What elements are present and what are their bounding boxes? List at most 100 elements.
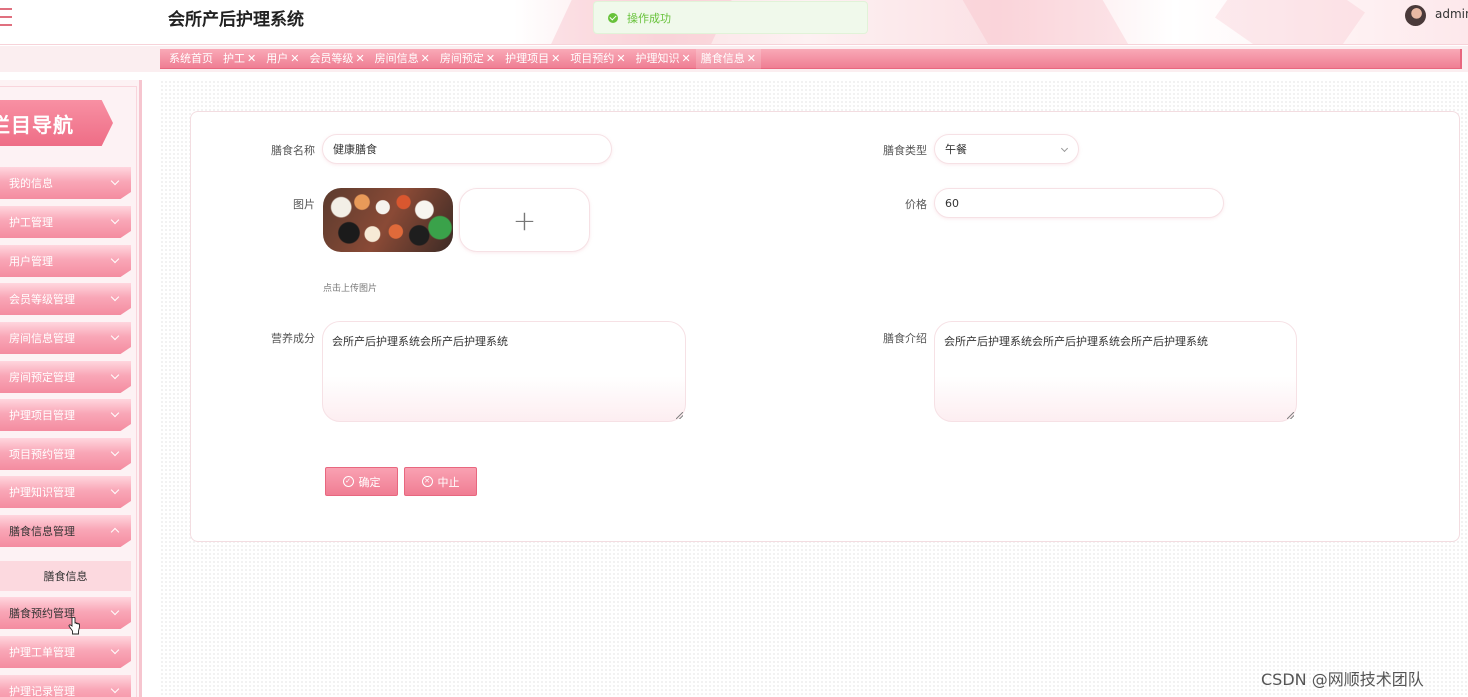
hand-cursor-icon: [68, 617, 80, 635]
close-icon[interactable]: ✕: [290, 49, 299, 69]
tab-label: 护理知识: [635, 51, 680, 65]
meal-type-value: 午餐: [945, 143, 967, 156]
tab-9[interactable]: 膳食信息 ✕: [695, 48, 761, 69]
tab-4[interactable]: 房间信息 ✕: [370, 49, 435, 69]
meal-name-label: 膳食名称: [271, 144, 315, 157]
chevron-down-icon: [110, 645, 120, 655]
close-icon[interactable]: ✕: [616, 49, 625, 69]
close-icon[interactable]: ✕: [421, 49, 430, 69]
tab-2[interactable]: 用户 ✕: [261, 49, 304, 69]
sidebar-item-2[interactable]: 用户管理: [0, 245, 131, 277]
upload-hint: 点击上传图片: [323, 284, 378, 294]
resize-handle-icon[interactable]: [676, 412, 683, 419]
sidebar-item-4[interactable]: 房间信息管理: [0, 322, 131, 354]
sidebar-item-6[interactable]: 护理项目管理: [0, 399, 131, 431]
tab-label: 房间信息: [374, 51, 419, 65]
sidebar-item-1[interactable]: 护工管理: [0, 206, 131, 238]
sidebar-item-10[interactable]: 膳食预约管理: [0, 597, 131, 629]
sidebar-item-label: 护理项目管理: [9, 409, 75, 422]
sidebar-subitem-meal-info[interactable]: 膳食信息: [0, 561, 131, 591]
sidebar-item-8[interactable]: 护理知识管理: [0, 476, 131, 508]
nutrition-textarea[interactable]: 会所产后护理系统会所产后护理系统: [322, 321, 686, 422]
chevron-down-icon: [110, 331, 120, 341]
sidebar-item-label: 用户管理: [9, 255, 53, 268]
price-label: 价格: [905, 198, 927, 211]
close-icon[interactable]: ✕: [486, 49, 495, 69]
chevron-down-icon: [110, 254, 120, 264]
close-icon[interactable]: ✕: [355, 49, 364, 69]
success-toast: 操作成功: [593, 1, 868, 34]
tabs-bar: 系统首页 护工 ✕ 用户 ✕ 会员等级 ✕ 房间信息 ✕ 房间预定 ✕ 护理项目 ✕ 项目预约 ✕ 护理知识 ✕…: [160, 48, 1462, 69]
tab-label: 项目预约: [570, 51, 615, 65]
username[interactable]: admin: [1435, 7, 1468, 21]
sidebar-item-9[interactable]: 膳食信息管理: [0, 515, 131, 547]
menu-toggle-icon[interactable]: [0, 8, 12, 26]
tab-label: 用户: [266, 51, 289, 65]
meal-type-select[interactable]: 午餐: [934, 134, 1079, 164]
sidebar-item-label: 会员等级管理: [9, 293, 75, 306]
sidebar-item-label: 房间预定管理: [9, 371, 75, 384]
cancel-button[interactable]: ✕ 中止: [404, 467, 477, 496]
intro-textarea[interactable]: 会所产后护理系统会所产后护理系统会所产后护理系统: [934, 321, 1297, 422]
sidebar-item-label: 护理工单管理: [9, 646, 75, 659]
tab-label: 房间预定: [439, 51, 484, 65]
sidebar-item-label: 膳食预约管理: [9, 607, 75, 620]
sidebar-item-label: 房间信息管理: [9, 332, 75, 345]
tab-label: 系统首页: [169, 51, 213, 65]
chevron-down-icon: [110, 370, 120, 380]
tab-8[interactable]: 护理知识 ✕: [631, 49, 696, 69]
image-label: 图片: [293, 198, 315, 211]
tab-3[interactable]: 会员等级 ✕: [304, 49, 369, 69]
price-input[interactable]: 60: [934, 188, 1224, 218]
tab-label: 膳食信息: [700, 51, 745, 65]
avatar[interactable]: [1405, 5, 1426, 26]
sidebar-item-12[interactable]: 护理记录管理: [0, 675, 131, 697]
check-circle-icon: ✓: [342, 476, 354, 487]
chevron-down-icon: [1060, 144, 1069, 153]
sidebar-item-5[interactable]: 房间预定管理: [0, 361, 131, 393]
toast-message: 操作成功: [627, 11, 671, 25]
upload-image-button[interactable]: +: [459, 188, 590, 252]
sidebar-item-label: 护工管理: [9, 216, 53, 229]
chevron-up-icon: [110, 527, 120, 537]
app-title: 会所产后护理系统: [168, 10, 304, 30]
resize-handle-icon[interactable]: [1287, 412, 1294, 419]
chevron-down-icon: [110, 606, 120, 616]
confirm-button[interactable]: ✓ 确定: [325, 467, 398, 496]
close-circle-icon: ✕: [421, 476, 433, 487]
check-circle-icon: [608, 12, 618, 23]
meal-image-thumbnail[interactable]: [323, 188, 453, 252]
nutrition-label: 营养成分: [271, 332, 315, 345]
tab-1[interactable]: 护工 ✕: [218, 49, 261, 69]
chevron-down-icon: [110, 215, 120, 225]
tab-5[interactable]: 房间预定 ✕: [435, 49, 500, 69]
watermark: CSDN @网顺技术团队: [1261, 670, 1424, 689]
tab-7[interactable]: 项目预约 ✕: [565, 49, 630, 69]
tab-0[interactable]: 系统首页: [164, 49, 218, 69]
intro-label: 膳食介绍: [883, 332, 927, 345]
close-icon[interactable]: ✕: [551, 49, 560, 69]
sidebar-item-11[interactable]: 护理工单管理: [0, 636, 131, 668]
sidebar-item-7[interactable]: 项目预约管理: [0, 438, 131, 470]
top-header: 会所产后护理系统 操作成功 admin: [0, 0, 1468, 45]
close-icon[interactable]: ✕: [247, 49, 256, 69]
sidebar: 栏目导航 我的信息护工管理用户管理会员等级管理房间信息管理房间预定管理护理项目管…: [0, 80, 142, 697]
sidebar-item-0[interactable]: 我的信息: [0, 167, 131, 199]
sidebar-item-label: 我的信息: [9, 177, 53, 190]
tab-label: 护理项目: [505, 51, 550, 65]
close-icon[interactable]: ✕: [747, 49, 756, 69]
meal-type-label: 膳食类型: [883, 144, 927, 157]
meal-name-input[interactable]: 健康膳食: [322, 134, 612, 164]
tab-6[interactable]: 护理项目 ✕: [500, 49, 565, 69]
chevron-down-icon: [110, 447, 120, 457]
sidebar-item-3[interactable]: 会员等级管理: [0, 283, 131, 315]
sidebar-title: 栏目导航: [0, 100, 113, 146]
tab-label: 会员等级: [309, 51, 354, 65]
sidebar-item-label: 护理知识管理: [9, 486, 75, 499]
tabs-strip: 系统首页 护工 ✕ 用户 ✕ 会员等级 ✕ 房间信息 ✕ 房间预定 ✕ 护理项目 ✕ 项目预约 ✕ 护理知识 ✕…: [0, 46, 1468, 72]
close-icon[interactable]: ✕: [682, 49, 691, 69]
tab-label: 护工: [223, 51, 245, 65]
chevron-down-icon: [110, 684, 120, 694]
plus-icon: +: [512, 203, 537, 237]
sidebar-item-label: 护理记录管理: [9, 685, 75, 697]
